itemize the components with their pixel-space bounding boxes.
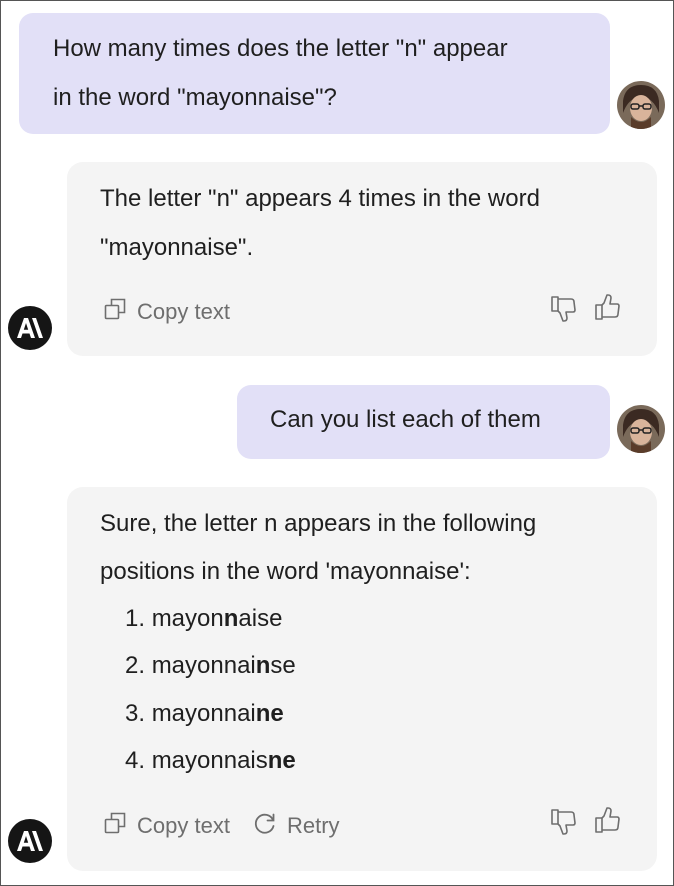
assistant-message-2-line-1: Sure, the letter n appears in the follow… <box>100 510 537 537</box>
copy-text-button[interactable]: Copy text <box>103 297 230 327</box>
user-message-1: How many times does the letter "n" appea… <box>19 13 610 134</box>
user-message-1-line-2: in the word "mayonnaise"? <box>53 84 337 111</box>
thumbs-down-icon[interactable] <box>549 807 579 842</box>
user-message-2: Can you list each of them <box>237 385 610 459</box>
list-item: 3. mayonnaine <box>125 700 284 727</box>
retry-button[interactable]: Retry <box>253 811 340 841</box>
list-item: 4. mayonnaisne <box>125 747 296 774</box>
assistant-message-1: The letter "n" appears 4 times in the wo… <box>67 162 657 356</box>
retry-icon <box>253 811 277 841</box>
thumbs-down-icon[interactable] <box>549 294 579 329</box>
thumbs-up-icon[interactable] <box>593 805 623 840</box>
list-item: 2. mayonnainse <box>125 652 296 679</box>
copy-icon <box>103 297 127 327</box>
user-message-2-text: Can you list each of them <box>270 406 541 433</box>
assistant-message-1-line-2: "mayonnaise". <box>100 234 254 261</box>
assistant-message-1-line-1: The letter "n" appears 4 times in the wo… <box>100 185 540 212</box>
user-message-1-line-1: How many times does the letter "n" appea… <box>53 35 508 62</box>
assistant-message-2: Sure, the letter n appears in the follow… <box>67 487 657 871</box>
retry-label: Retry <box>287 813 340 838</box>
copy-text-button[interactable]: Copy text <box>103 811 230 841</box>
copy-icon <box>103 811 127 841</box>
anthropic-logo-icon <box>8 819 52 863</box>
user-avatar <box>617 405 665 453</box>
thumbs-up-icon[interactable] <box>593 292 623 327</box>
chat-window: How many times does the letter "n" appea… <box>0 0 674 886</box>
copy-text-label: Copy text <box>137 299 230 324</box>
copy-text-label: Copy text <box>137 813 230 838</box>
list-item: 1. mayonnaise <box>125 605 283 632</box>
assistant-message-2-line-2: positions in the word 'mayonnaise': <box>100 558 471 585</box>
user-avatar <box>617 81 665 129</box>
anthropic-logo-icon <box>8 306 52 350</box>
